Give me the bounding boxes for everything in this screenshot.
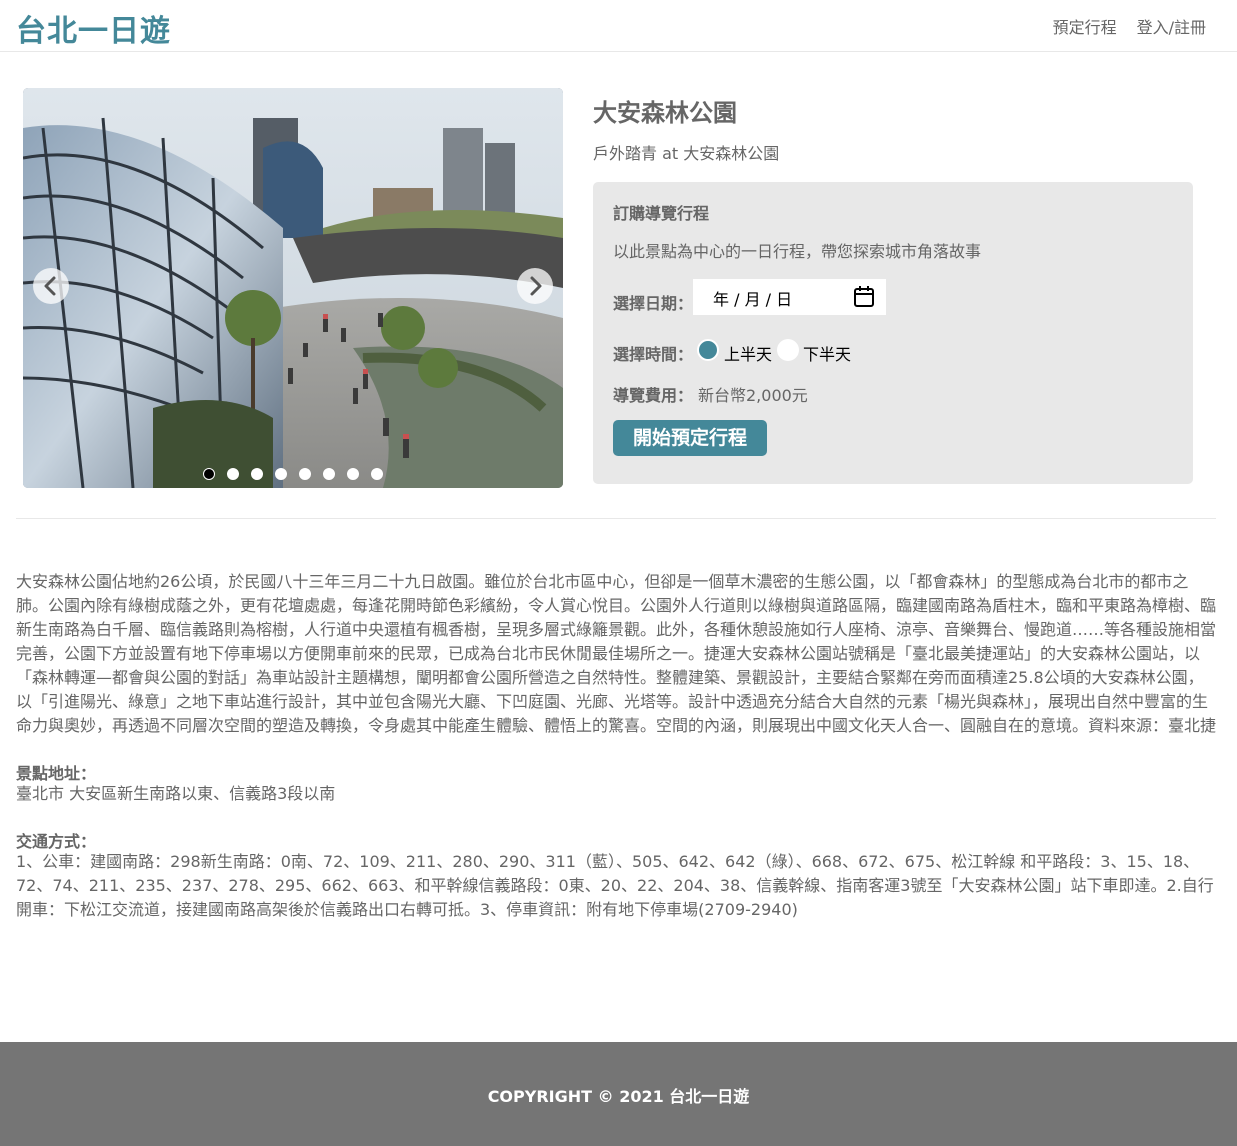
carousel-indicators: [203, 468, 383, 480]
carousel-dot[interactable]: [275, 468, 287, 480]
time-option-morning-label: 上半天: [724, 345, 773, 364]
carousel-dot[interactable]: [299, 468, 311, 480]
carousel-prev-button[interactable]: [33, 268, 69, 304]
attraction-name: 大安森林公園: [593, 99, 737, 127]
carousel-dot[interactable]: [227, 468, 239, 480]
transport-value: 1、公車：建國南路：298新生南路：0南、72、109、211、280、290、…: [16, 852, 1214, 919]
calendar-icon[interactable]: [853, 285, 875, 309]
top-nav: 預定行程 登入/註冊: [1053, 14, 1206, 38]
site-footer: COPYRIGHT © 2021 台北一日遊: [0, 1042, 1237, 1146]
attraction-photo: [23, 88, 563, 488]
booking-title: 訂購導覽行程: [613, 204, 710, 223]
attraction-subtitle: 戶外踏青 at 大安森林公園: [593, 144, 780, 163]
fee-value: 新台幣2,000元: [698, 386, 808, 405]
time-option-afternoon-label: 下半天: [803, 345, 852, 364]
carousel-dot[interactable]: [347, 468, 359, 480]
chevron-right-icon: [530, 276, 542, 296]
time-radio-morning[interactable]: [697, 339, 719, 361]
copyright-text: COPYRIGHT © 2021 台北一日遊: [487, 1087, 750, 1106]
attraction-description: 大安森林公園佔地約26公頃，於民國八十三年三月二十九日啟園。雖位於台北市區中心，…: [16, 572, 1217, 735]
carousel-dot[interactable]: [371, 468, 383, 480]
start-booking-button[interactable]: 開始預定行程: [613, 420, 767, 456]
date-input[interactable]: 年 / 月 / 日: [693, 279, 886, 315]
date-label: 選擇日期：: [613, 294, 694, 313]
chevron-left-icon: [44, 276, 56, 296]
carousel-dot[interactable]: [323, 468, 335, 480]
carousel-dot[interactable]: [251, 468, 263, 480]
transport-label: 交通方式：: [16, 832, 97, 851]
site-header: 台北一日遊 預定行程 登入/註冊: [0, 0, 1237, 52]
nav-booking-link[interactable]: 預定行程: [1053, 14, 1117, 38]
time-label: 選擇時間：: [613, 345, 694, 364]
date-placeholder: 年 / 月 / 日: [713, 290, 793, 309]
site-logo[interactable]: 台北一日遊: [16, 6, 171, 50]
address-label: 景點地址：: [16, 764, 97, 783]
attraction-image-carousel: [23, 88, 563, 488]
section-divider: [16, 518, 1216, 519]
nav-login-link[interactable]: 登入/註冊: [1137, 14, 1206, 38]
booking-panel: 訂購導覽行程 以此景點為中心的一日行程，帶您探索城市角落故事 選擇日期： 年 /…: [593, 182, 1193, 484]
carousel-dot[interactable]: [203, 468, 215, 480]
booking-description: 以此景點為中心的一日行程，帶您探索城市角落故事: [613, 242, 982, 261]
fee-label: 導覽費用：: [613, 386, 694, 405]
address-value: 臺北市 大安區新生南路以東、信義路3段以南: [16, 784, 336, 803]
time-radio-afternoon[interactable]: [777, 339, 799, 361]
carousel-next-button[interactable]: [517, 268, 553, 304]
